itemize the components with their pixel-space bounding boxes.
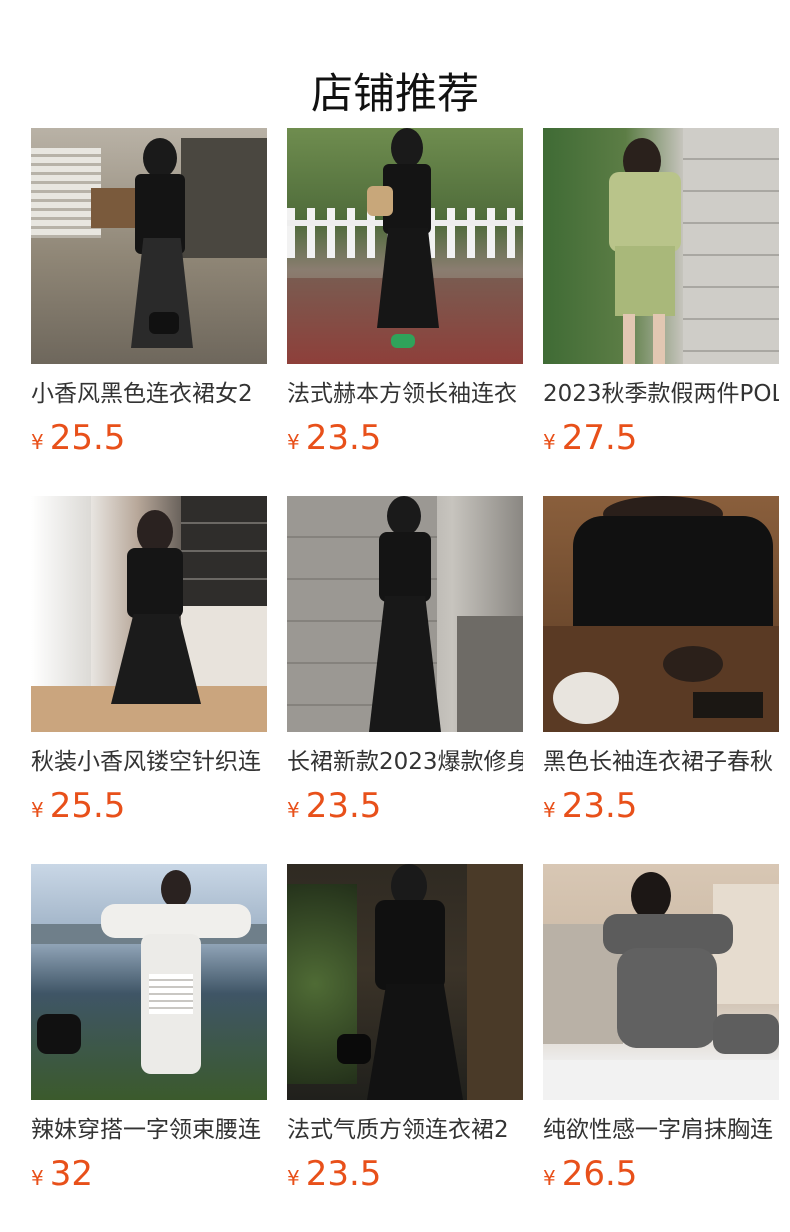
product-card[interactable]: 小香风黑色连衣裙女2 ¥25.5 bbox=[31, 128, 267, 496]
currency-symbol: ¥ bbox=[287, 1166, 300, 1190]
product-name[interactable]: 纯欲性感一字肩抹胸连 bbox=[543, 1114, 779, 1146]
product-grid: 小香风黑色连衣裙女2 ¥25.5 法式赫本方领长袖连衣 ¥23.5 2023秋季… bbox=[31, 128, 779, 1232]
product-price: 23.5 bbox=[305, 786, 382, 826]
product-name[interactable]: 黑色长袖连衣裙子春秋 bbox=[543, 746, 779, 778]
product-price: 25.5 bbox=[49, 786, 126, 826]
section-title: 店铺推荐 bbox=[310, 69, 479, 119]
currency-symbol: ¥ bbox=[31, 798, 44, 822]
product-name[interactable]: 长裙新款2023爆款修身 bbox=[287, 746, 523, 778]
product-name[interactable]: 2023秋季款假两件POLO bbox=[543, 378, 779, 410]
price-row: ¥26.5 bbox=[543, 1154, 779, 1194]
product-card[interactable]: 秋装小香风镂空针织连 ¥25.5 bbox=[31, 496, 267, 864]
product-price: 23.5 bbox=[305, 418, 382, 458]
currency-symbol: ¥ bbox=[543, 798, 556, 822]
product-card[interactable]: 法式赫本方领长袖连衣 ¥23.5 bbox=[287, 128, 523, 496]
product-name[interactable]: 法式气质方领连衣裙2 bbox=[287, 1114, 523, 1146]
product-card[interactable]: 长裙新款2023爆款修身 ¥23.5 bbox=[287, 496, 523, 864]
product-name[interactable]: 辣妹穿搭一字领束腰连 bbox=[31, 1114, 267, 1146]
product-price: 23.5 bbox=[561, 786, 638, 826]
currency-symbol: ¥ bbox=[543, 1166, 556, 1190]
product-image[interactable] bbox=[287, 864, 523, 1100]
product-name[interactable]: 秋装小香风镂空针织连 bbox=[31, 746, 267, 778]
product-card[interactable]: 法式气质方领连衣裙2 ¥23.5 bbox=[287, 864, 523, 1232]
price-row: ¥27.5 bbox=[543, 418, 779, 458]
product-card[interactable]: 辣妹穿搭一字领束腰连 ¥32 bbox=[31, 864, 267, 1232]
price-row: ¥25.5 bbox=[31, 786, 267, 826]
product-image[interactable] bbox=[287, 496, 523, 732]
currency-symbol: ¥ bbox=[543, 430, 556, 454]
product-price: 26.5 bbox=[561, 1154, 638, 1194]
product-card[interactable]: 纯欲性感一字肩抹胸连 ¥26.5 bbox=[543, 864, 779, 1232]
product-image[interactable] bbox=[31, 496, 267, 732]
price-row: ¥23.5 bbox=[287, 786, 523, 826]
product-price: 23.5 bbox=[305, 1154, 382, 1194]
product-name[interactable]: 法式赫本方领长袖连衣 bbox=[287, 378, 523, 410]
price-row: ¥23.5 bbox=[543, 786, 779, 826]
product-image[interactable] bbox=[31, 864, 267, 1100]
price-row: ¥32 bbox=[31, 1154, 267, 1194]
price-row: ¥23.5 bbox=[287, 1154, 523, 1194]
product-name[interactable]: 小香风黑色连衣裙女2 bbox=[31, 378, 267, 410]
product-price: 32 bbox=[49, 1154, 93, 1194]
product-image[interactable] bbox=[287, 128, 523, 364]
product-image[interactable] bbox=[543, 864, 779, 1100]
currency-symbol: ¥ bbox=[287, 798, 300, 822]
currency-symbol: ¥ bbox=[31, 430, 44, 454]
product-price: 25.5 bbox=[49, 418, 126, 458]
product-image[interactable] bbox=[543, 496, 779, 732]
price-row: ¥23.5 bbox=[287, 418, 523, 458]
product-card[interactable]: 黑色长袖连衣裙子春秋 ¥23.5 bbox=[543, 496, 779, 864]
product-image[interactable] bbox=[31, 128, 267, 364]
product-card[interactable]: 2023秋季款假两件POLO ¥27.5 bbox=[543, 128, 779, 496]
product-price: 27.5 bbox=[561, 418, 638, 458]
price-row: ¥25.5 bbox=[31, 418, 267, 458]
product-image[interactable] bbox=[543, 128, 779, 364]
currency-symbol: ¥ bbox=[287, 430, 300, 454]
currency-symbol: ¥ bbox=[31, 1166, 44, 1190]
